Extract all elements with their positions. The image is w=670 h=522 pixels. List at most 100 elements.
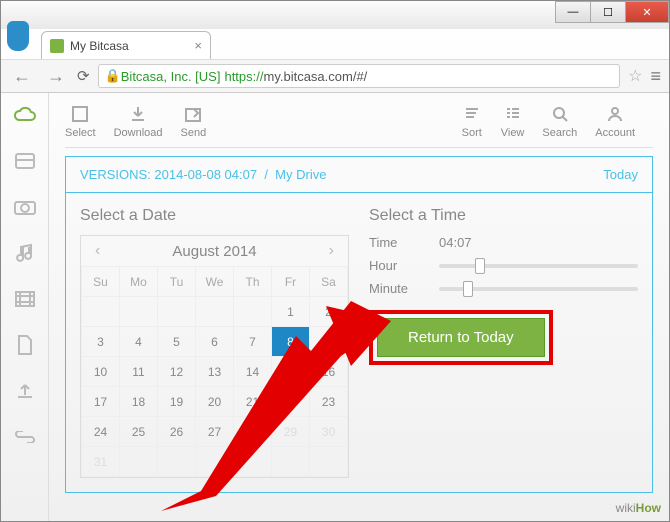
send-button[interactable]: Send [181,103,207,139]
search-icon [549,103,571,125]
prev-month-button[interactable]: ‹ [89,242,106,260]
watermark: wikiHow [616,501,661,515]
calendar-day[interactable]: 7 [234,327,272,357]
browser-tab[interactable]: My Bitcasa × [41,31,211,59]
sidebar [1,93,49,521]
url-path: /#/ [353,69,367,84]
calendar-day[interactable]: 5 [158,327,196,357]
calendar-day[interactable]: 27 [196,417,234,447]
profile-badge[interactable] [7,21,29,51]
time-column: Select a Time Time 04:07 Hour Minute [369,207,638,478]
calendar-day[interactable]: 10 [82,357,120,387]
window-maximize-button[interactable]: ☐ [590,1,626,23]
calendar-day [310,447,348,477]
calendar-dow: Th [234,267,272,297]
drive-icon[interactable] [12,149,38,173]
calendar-day[interactable]: 14 [234,357,272,387]
camera-icon[interactable] [12,195,38,219]
send-icon [182,103,204,125]
calendar-day[interactable]: 19 [158,387,196,417]
calendar-day [158,447,196,477]
date-column: Select a Date ‹ August 2014 › SuMoTuWeTh… [80,207,349,478]
calendar-day[interactable]: 29 [272,417,310,447]
window-close-button[interactable]: ✕ [625,1,669,23]
calendar-day [196,447,234,477]
download-icon [127,103,149,125]
calendar-day[interactable]: 26 [158,417,196,447]
calendar-day[interactable]: 4 [120,327,158,357]
music-icon[interactable] [12,241,38,265]
url-field[interactable]: 🔒 Bitcasa, Inc. [US] https://my.bitcasa.… [98,64,621,88]
calendar-day[interactable]: 12 [158,357,196,387]
favicon [50,39,64,53]
today-link[interactable]: Today [603,167,638,182]
calendar-day[interactable]: 30 [310,417,348,447]
tab-title: My Bitcasa [70,39,129,53]
hour-slider[interactable] [439,264,638,268]
main-content: Select Download Send Sort View [49,93,669,521]
calendar-day[interactable]: 13 [196,357,234,387]
calendar-day[interactable]: 8 [272,327,310,357]
account-button[interactable]: Account [595,103,635,139]
minute-slider[interactable] [439,287,638,291]
document-icon[interactable] [12,333,38,357]
back-button[interactable]: ← [9,66,35,87]
url-host: my.bitcasa.com [264,69,353,84]
calendar-day[interactable]: 31 [82,447,120,477]
calendar-day [196,297,234,327]
versions-location[interactable]: My Drive [275,167,326,182]
calendar-dow: Tu [158,267,196,297]
calendar-day[interactable]: 16 [310,357,348,387]
calendar-day[interactable]: 28 [234,417,272,447]
calendar-day[interactable]: 15 [272,357,310,387]
tab-close-icon[interactable]: × [194,38,202,53]
calendar-day [82,297,120,327]
calendar-day[interactable]: 21 [234,387,272,417]
calendar-day[interactable]: 24 [82,417,120,447]
calendar: SuMoTuWeThFrSa 1234567891011121314151617… [81,266,348,477]
calendar-day [158,297,196,327]
select-button[interactable]: Select [65,103,96,139]
calendar-day[interactable]: 11 [120,357,158,387]
calendar-day[interactable]: 17 [82,387,120,417]
url-scheme: https:// [224,69,263,84]
link-icon[interactable] [12,425,38,449]
versions-sep: / [264,167,268,182]
calendar-day[interactable]: 20 [196,387,234,417]
chrome-menu-icon[interactable]: ≡ [650,66,661,87]
next-month-button[interactable]: › [323,242,340,260]
action-toolbar: Select Download Send Sort View [65,103,653,148]
upload-icon[interactable] [12,379,38,403]
view-icon [502,103,524,125]
video-icon[interactable] [12,287,38,311]
view-button[interactable]: View [501,103,525,139]
hour-slider-knob[interactable] [475,258,485,274]
calendar-day[interactable]: 22 [272,387,310,417]
sort-button[interactable]: Sort [461,103,483,139]
window-minimize-button[interactable]: — [555,1,591,23]
calendar-day[interactable]: 1 [272,297,310,327]
versions-prefix: VERSIONS: [80,167,151,182]
sort-icon [461,103,483,125]
lock-icon: 🔒 [105,68,121,84]
calendar-day[interactable]: 3 [82,327,120,357]
return-to-today-button[interactable]: Return to Today [377,318,545,357]
forward-button[interactable]: → [43,66,69,87]
calendar-day[interactable]: 9 [310,327,348,357]
minute-slider-knob[interactable] [463,281,473,297]
ssl-org: Bitcasa, Inc. [US] [121,69,221,84]
calendar-day[interactable]: 6 [196,327,234,357]
calendar-day[interactable]: 25 [120,417,158,447]
calendar-day[interactable]: 2 [310,297,348,327]
cloud-icon[interactable] [12,103,38,127]
reload-button[interactable]: ⟳ [77,67,90,85]
calendar-day[interactable]: 18 [120,387,158,417]
calendar-month-label: August 2014 [172,243,256,260]
browser-window: — ☐ ✕ My Bitcasa × ← → ⟳ 🔒 Bitcasa, Inc.… [0,0,670,522]
download-button[interactable]: Download [114,103,163,139]
time-label: Time [369,235,439,250]
search-button[interactable]: Search [542,103,577,139]
calendar-day [120,297,158,327]
calendar-day[interactable]: 23 [310,387,348,417]
bookmark-star-icon[interactable]: ☆ [628,66,642,86]
